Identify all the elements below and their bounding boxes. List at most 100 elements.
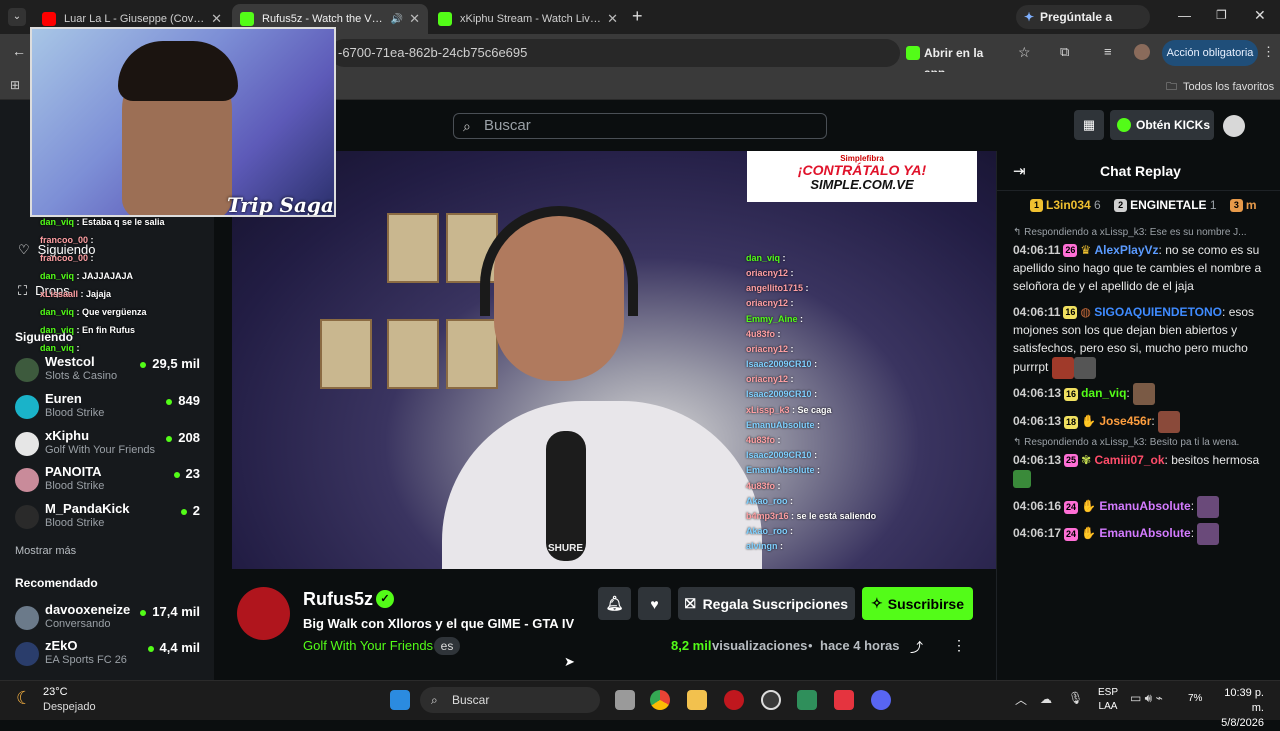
app-icon[interactable] bbox=[724, 690, 744, 710]
search-input[interactable]: ⌕ Buscar bbox=[453, 113, 827, 139]
views-count: 8,2 mil bbox=[671, 638, 712, 653]
bookmark-star-icon[interactable]: ☆ bbox=[1018, 44, 1031, 61]
gemini-icon: ✦ bbox=[1024, 10, 1035, 24]
new-tab-icon[interactable]: + bbox=[632, 6, 643, 27]
tray-chevron-icon[interactable]: ︿ bbox=[1015, 691, 1027, 708]
kick-coin-icon bbox=[1117, 118, 1131, 132]
language-indicator[interactable]: ESP LAA bbox=[1098, 686, 1118, 714]
overlay-chat-line: Emmy_Aine : bbox=[746, 314, 804, 324]
gemini-button[interactable]: ✦ Pregúntale a Gemini bbox=[1016, 5, 1150, 48]
overlay-chat-line: oriacny12 : bbox=[746, 344, 794, 354]
avatar bbox=[15, 468, 39, 492]
channel-name[interactable]: Rufus5z bbox=[303, 589, 373, 610]
tray-icons[interactable]: ▭ 🔊︎ ⌁ bbox=[1130, 691, 1163, 706]
app-icon[interactable] bbox=[834, 690, 854, 710]
overlay-chat-line: 4u83fo : bbox=[746, 329, 781, 339]
weather-desc: Despejado bbox=[43, 701, 96, 713]
chat-message: 04:06:11 26 ♛ AlexPlayVz: no se como es su… bbox=[1013, 243, 1262, 293]
overlay-chat-line: alvingn : bbox=[746, 541, 784, 551]
emote bbox=[1197, 496, 1220, 518]
overlay-chat-line: 4u83fo : bbox=[746, 435, 781, 445]
weather-temp[interactable]: 23°C bbox=[43, 686, 68, 698]
collapse-chat-icon[interactable]: ⇥ bbox=[1013, 162, 1026, 180]
emote bbox=[1133, 383, 1156, 405]
windows-start-icon[interactable] bbox=[390, 690, 410, 710]
weather-icon[interactable]: ☾ bbox=[16, 688, 32, 709]
sidebar-channel-xkiphu[interactable]: xKiphu Golf With Your Friends 208 bbox=[15, 428, 200, 462]
sidebar-channel-davooxeneize[interactable]: davooxeneize Conversando 17,4 mil bbox=[15, 602, 200, 636]
sub-badge: 26 bbox=[1063, 244, 1078, 258]
emote bbox=[1197, 523, 1220, 545]
share-icon[interactable]: ⤴ bbox=[910, 637, 923, 656]
overlay-chat-line: angellito1715 : bbox=[746, 283, 809, 293]
gift-icon: ⛶ bbox=[18, 283, 28, 298]
recommended-section-title: Recomendado bbox=[15, 576, 98, 590]
sidebar-channel-euren[interactable]: Euren Blood Strike 849 bbox=[15, 391, 200, 425]
sub-badge: 24 bbox=[1064, 527, 1079, 541]
battery-level: 7% bbox=[1188, 693, 1203, 704]
chat-divider bbox=[997, 190, 1280, 191]
calendar-button[interactable]: ▦ bbox=[1074, 110, 1104, 140]
sidebar-channel-westcol[interactable]: Westcol Slots & Casino 29,5 mil bbox=[15, 354, 200, 388]
tab-search-icon[interactable]: ⌄ bbox=[8, 8, 26, 26]
discord-icon[interactable] bbox=[871, 690, 891, 710]
webcam-hair bbox=[118, 41, 238, 101]
youtube-icon bbox=[42, 12, 56, 26]
rank-badge: 1 bbox=[1030, 199, 1043, 213]
speaker-icon[interactable]: 🔊 bbox=[391, 14, 403, 25]
all-favorites-link[interactable]: 🗀 Todos los favoritos bbox=[1166, 78, 1274, 97]
webcam-logo: Trip Saga bbox=[227, 193, 334, 217]
overlay-chat-line: francoo_00 : bbox=[40, 235, 94, 245]
more-options-icon[interactable]: ⋮ bbox=[952, 637, 966, 654]
category-link[interactable]: Golf With Your Friends bbox=[303, 638, 433, 653]
gift-subs-button[interactable]: ⛝ Regala Suscripciones bbox=[678, 587, 855, 620]
kick-icon bbox=[240, 12, 254, 26]
close-tab-icon[interactable]: ✕ bbox=[607, 11, 618, 27]
app-icon[interactable] bbox=[761, 690, 781, 710]
video-player[interactable]: SHURE Simplefibra ¡CONTRÁTALO YA! SIMPLE… bbox=[232, 151, 996, 569]
chrome-icon[interactable] bbox=[650, 690, 670, 710]
action-required-button[interactable]: Acción obligatoria bbox=[1162, 40, 1258, 66]
sidebar-channel-panoita[interactable]: PANOITA Blood Strike 23 bbox=[15, 464, 200, 498]
app-icon[interactable] bbox=[797, 690, 817, 710]
taskbar-search[interactable]: ⌕ Buscar bbox=[420, 687, 600, 713]
subscribe-button[interactable]: ✧ Suscribirse bbox=[862, 587, 973, 620]
tab-xkiphu[interactable]: xKiphu Stream - Watch Live on ✕ bbox=[430, 4, 626, 34]
emote-icon: ✋ bbox=[1081, 414, 1097, 429]
show-more-link[interactable]: Mostrar más bbox=[15, 545, 76, 557]
overlay-chat-line: xLissaall : Jajaja bbox=[40, 289, 112, 299]
avatar bbox=[15, 395, 39, 419]
clock[interactable]: 10:39 p. m. 5/8/2026 bbox=[1212, 686, 1264, 731]
file-explorer-icon[interactable] bbox=[687, 690, 707, 710]
apps-icon[interactable]: ⊞ bbox=[10, 78, 20, 92]
tray-cloud-icon[interactable]: ☁ bbox=[1040, 692, 1052, 706]
close-tab-icon[interactable]: ✕ bbox=[211, 11, 222, 27]
sub-badge: 16 bbox=[1064, 387, 1079, 401]
media-icon[interactable]: ≡ bbox=[1104, 44, 1112, 59]
chat-message: 04:06:13 25 ✾ Camiii07_ok: besitos hermosa bbox=[1013, 451, 1268, 488]
kick-icon bbox=[906, 46, 920, 60]
maximize-icon[interactable]: ❐ bbox=[1216, 8, 1227, 22]
url-field[interactable]: -6700-71ea-862b-24cb75c6e695 bbox=[330, 39, 900, 67]
notify-button[interactable]: 🔔︎ bbox=[598, 587, 631, 620]
avatar bbox=[15, 606, 39, 630]
microphone-icon[interactable]: 🎙︎ bbox=[1068, 691, 1083, 705]
task-view-icon[interactable] bbox=[615, 690, 635, 710]
minimize-icon[interactable]: — bbox=[1178, 8, 1191, 23]
follow-button[interactable]: ♥ bbox=[638, 587, 671, 620]
sidebar-channel-zeko[interactable]: zEkO EA Sports FC 26 4,4 mil bbox=[15, 638, 200, 672]
channel-avatar[interactable] bbox=[237, 587, 290, 640]
extensions-icon[interactable]: ⧉ bbox=[1060, 44, 1069, 60]
back-icon[interactable]: ← bbox=[12, 43, 26, 59]
get-kicks-button[interactable]: Obtén KICKs bbox=[1110, 110, 1214, 140]
sub-badge: 18 bbox=[1064, 415, 1079, 429]
profile-avatar[interactable] bbox=[1134, 44, 1150, 60]
close-tab-icon[interactable]: ✕ bbox=[409, 11, 420, 27]
close-window-icon[interactable]: ✕ bbox=[1254, 7, 1266, 24]
menu-dots-icon[interactable]: ⋮ bbox=[1262, 44, 1275, 60]
open-in-app-button[interactable]: Abrir en la app bbox=[904, 43, 1004, 80]
sidebar-channel-mpandakick[interactable]: M_PandaKick Blood Strike 2 bbox=[15, 501, 200, 535]
user-avatar[interactable] bbox=[1223, 115, 1245, 137]
overlay-chat-line: oriacny12 : bbox=[746, 268, 794, 278]
wanted-poster bbox=[320, 319, 372, 389]
